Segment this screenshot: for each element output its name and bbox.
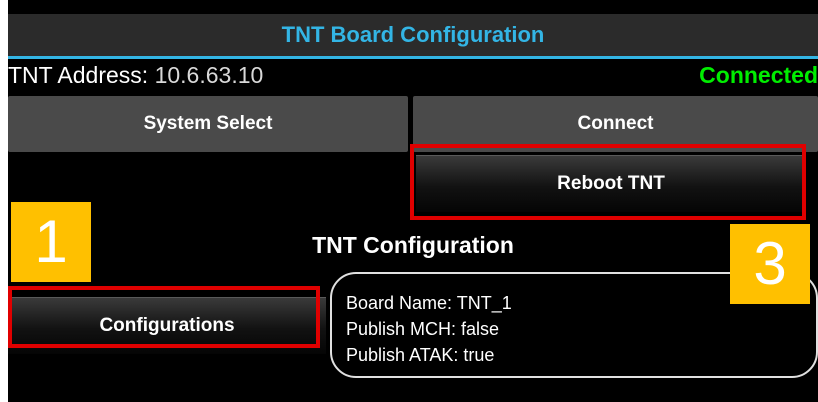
title-bar: TNT Board Configuration [8, 14, 818, 56]
tnt-address: TNT Address: 10.6.63.10 [8, 62, 263, 89]
system-select-button[interactable]: System Select [8, 96, 408, 152]
configurations-highlight-box [8, 286, 320, 348]
app-screen: TNT Board Configuration TNT Address: 10.… [8, 0, 818, 402]
callout-3: 3 [730, 224, 810, 304]
callout-1: 1 [11, 202, 91, 282]
tnt-configuration-title: TNT Configuration [312, 232, 514, 258]
tnt-address-label: TNT Address: [8, 62, 155, 88]
app-title: TNT Board Configuration [281, 22, 545, 47]
connection-status: Connected [699, 62, 818, 88]
title-divider [8, 56, 818, 59]
publish-mch-line: Publish MCH: false [346, 319, 500, 339]
status-strip [8, 0, 818, 14]
tnt-address-value: 10.6.63.10 [154, 62, 264, 88]
publish-atak-line: Publish ATAK: true [346, 345, 495, 365]
reboot-highlight-box [410, 144, 806, 220]
